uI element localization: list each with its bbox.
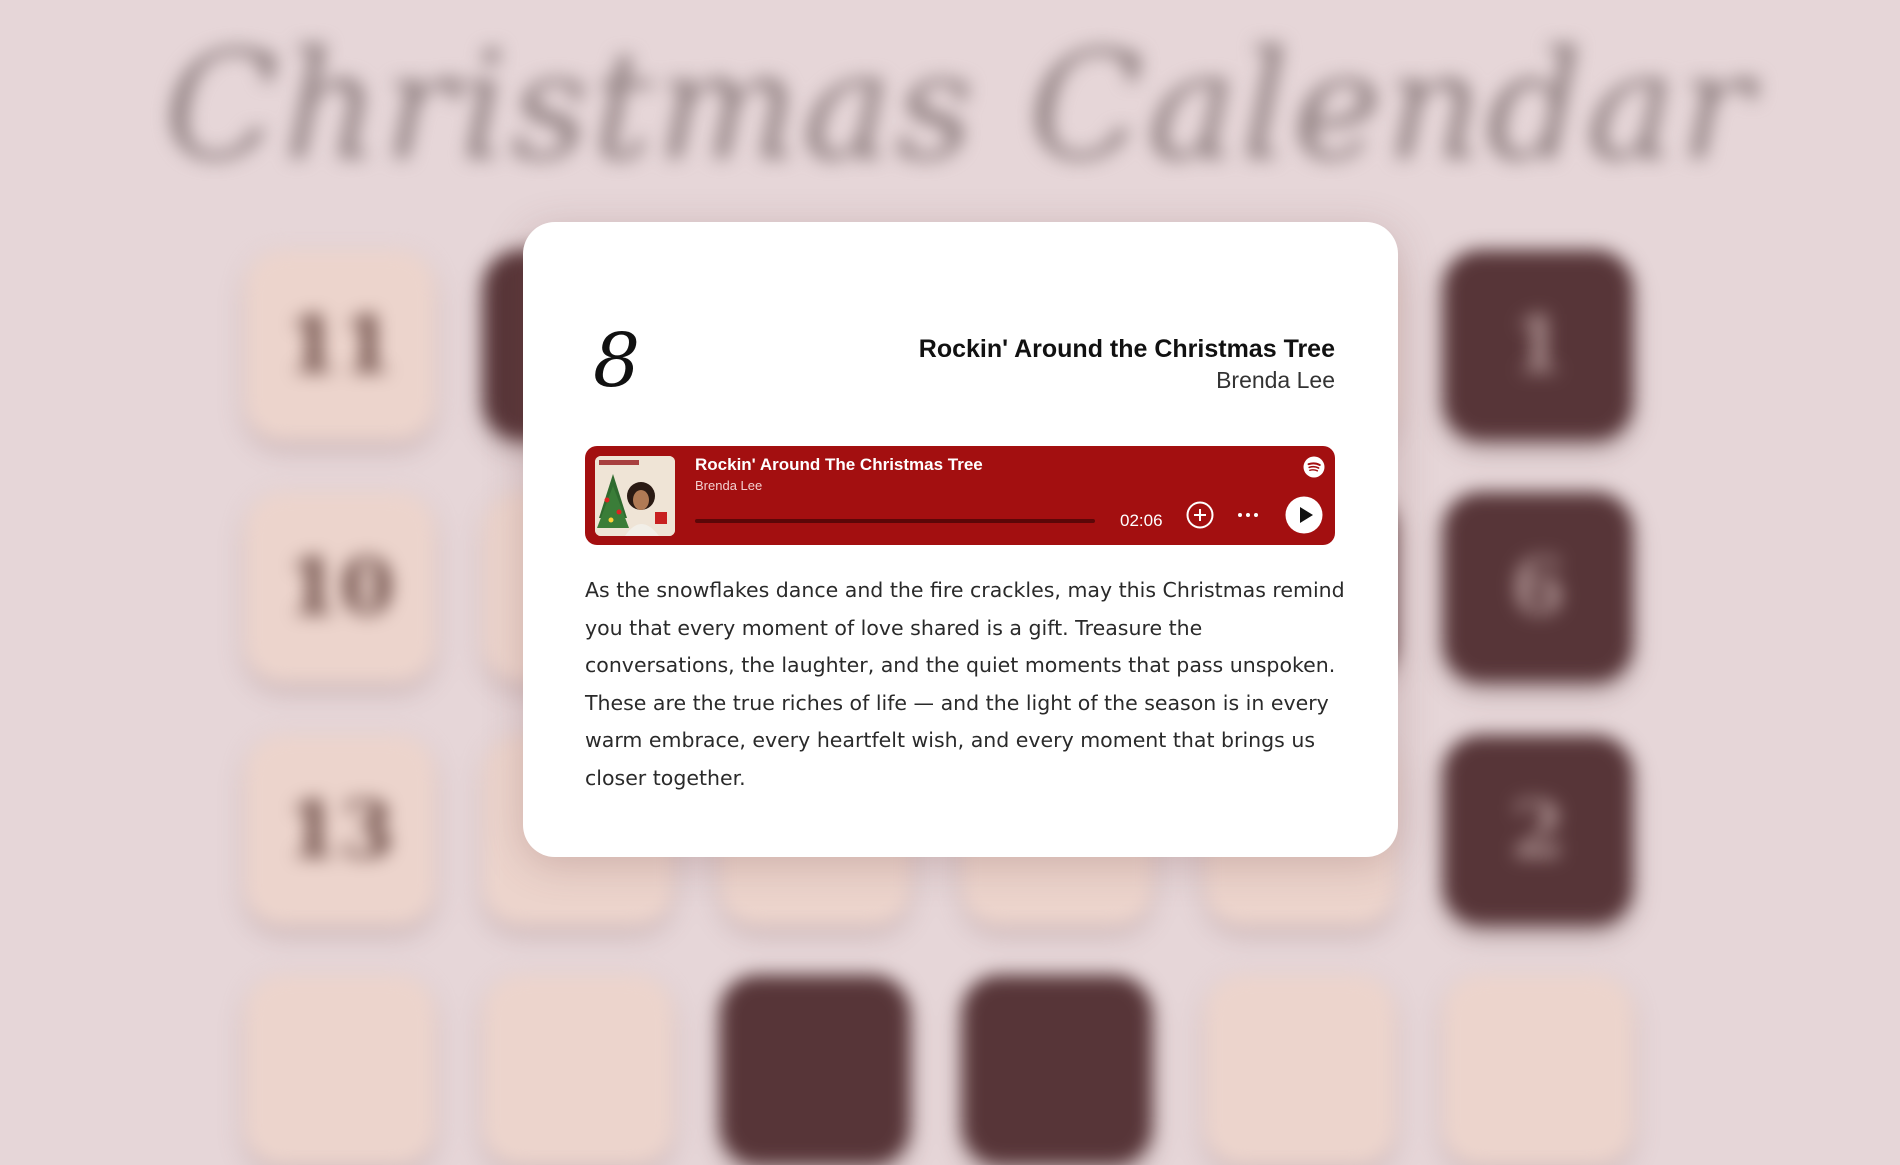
progress-bar[interactable]: [695, 519, 1095, 523]
calendar-tile[interactable]: 6: [1443, 492, 1633, 682]
play-icon[interactable]: [1285, 496, 1323, 534]
player-artist[interactable]: Brenda Lee: [695, 478, 762, 493]
track-time: 02:06: [1120, 511, 1163, 530]
song-artist: Brenda Lee: [1216, 367, 1335, 393]
more-options-icon[interactable]: [1233, 502, 1263, 528]
song-title: Rockin' Around the Christmas Tree: [918, 335, 1335, 363]
calendar-tile[interactable]: [720, 975, 910, 1165]
calendar-tile[interactable]: 13: [245, 735, 435, 925]
calendar-tile[interactable]: [1443, 975, 1633, 1165]
calendar-tile[interactable]: 10: [245, 492, 435, 682]
calendar-tile[interactable]: 1: [1443, 250, 1633, 440]
calendar-tile[interactable]: [1205, 975, 1395, 1165]
add-icon[interactable]: [1185, 500, 1215, 530]
player-track-title: Rockin' Around The Christmas Tree: [695, 455, 983, 474]
spotify-icon[interactable]: [1303, 456, 1325, 478]
christmas-message: As the snowflakes dance and the fire cra…: [585, 578, 1345, 790]
calendar-tile[interactable]: [483, 975, 673, 1165]
calendar-tile[interactable]: 11: [245, 250, 435, 440]
album-cover: [595, 456, 675, 536]
calendar-tile[interactable]: 2: [1443, 735, 1633, 925]
spotify-player[interactable]: Rockin' Around The Christmas Tree Brenda…: [585, 446, 1335, 545]
day-number: 8: [593, 318, 641, 404]
calendar-tile[interactable]: [962, 975, 1152, 1165]
calendar-tile[interactable]: [245, 975, 435, 1165]
calendar-title: Christmas Calendar: [164, 20, 1756, 194]
day-modal: 8 Rockin' Around the Christmas Tree Bren…: [523, 222, 1398, 857]
